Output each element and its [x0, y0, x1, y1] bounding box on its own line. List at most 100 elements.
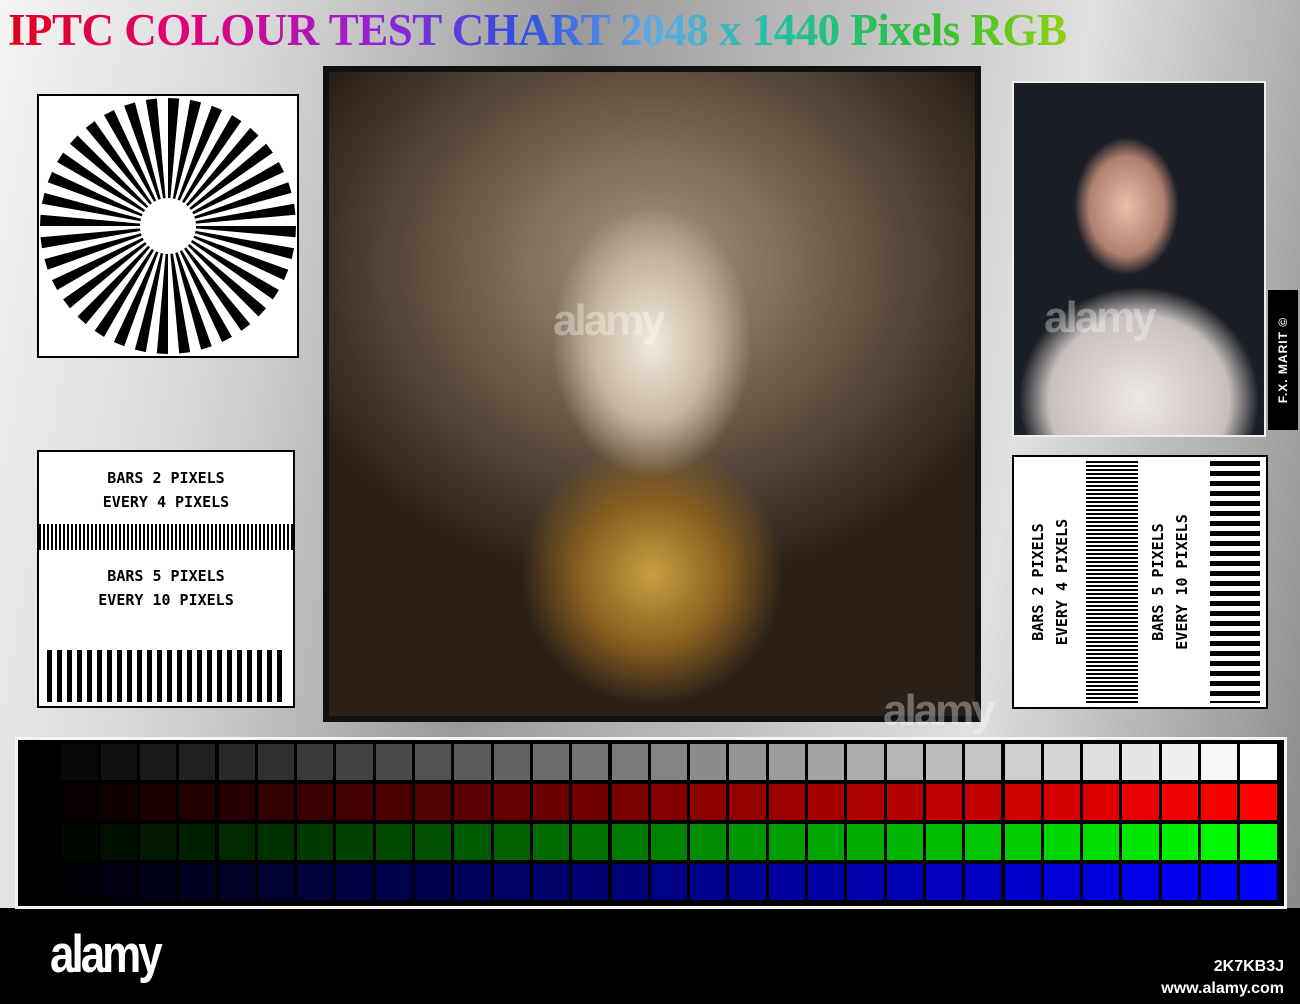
green-step-6: [257, 824, 295, 860]
red-step-20: [808, 784, 845, 820]
blue-step-0: [22, 864, 59, 900]
red-step-21: [847, 784, 884, 820]
red-step-15: [611, 784, 648, 820]
blue-step-17: [690, 864, 727, 900]
gray-step-20: [808, 744, 845, 780]
gray-step-22: [886, 744, 923, 780]
blue-step-29: [1161, 864, 1198, 900]
color-step-grid: [15, 737, 1287, 909]
gray-step-25: [1004, 744, 1041, 780]
green-step-27: [1083, 824, 1120, 860]
green-step-17: [690, 824, 727, 860]
red-step-16: [650, 784, 688, 820]
blue-step-14: [572, 864, 609, 900]
blue-step-26: [1043, 864, 1081, 900]
blue-step-20: [808, 864, 845, 900]
red-step-7: [297, 784, 334, 820]
red-step-13: [532, 784, 570, 820]
gray-step-3: [139, 744, 177, 780]
gray-step-8: [336, 744, 373, 780]
gray-step-17: [690, 744, 727, 780]
blue-step-28: [1122, 864, 1159, 900]
test-chart-panel: IPTC COLOUR TEST CHART 2048 x 1440 Pixel…: [0, 0, 1300, 909]
bars-2px-pattern: [1086, 461, 1138, 703]
blue-step-25: [1004, 864, 1041, 900]
bars-5px-pattern: [1210, 461, 1260, 703]
blue-step-10: [415, 864, 452, 900]
blue-step-16: [650, 864, 688, 900]
green-step-26: [1043, 824, 1081, 860]
blue-step-3: [139, 864, 177, 900]
red-step-10: [415, 784, 452, 820]
gray-step-5: [218, 744, 255, 780]
blue-step-13: [532, 864, 570, 900]
gray-step-7: [297, 744, 334, 780]
blue-step-2: [100, 864, 137, 900]
green-step-28: [1122, 824, 1159, 860]
bars-5px-pattern: [47, 650, 285, 702]
bars-label-5px: BARS 5 PIXELS: [107, 567, 225, 585]
green-step-24: [965, 824, 1002, 860]
gray-step-29: [1161, 744, 1198, 780]
red-step-1: [61, 784, 98, 820]
blue-step-12: [493, 864, 530, 900]
red-step-11: [454, 784, 491, 820]
green-step-12: [493, 824, 530, 860]
photographer-credit: F.X. MARIT ©: [1268, 290, 1298, 430]
gray-step-4: [179, 744, 216, 780]
bars-label-2px: BARS 2 PIXELS: [1029, 523, 1047, 641]
blue-step-21: [847, 864, 884, 900]
gray-step-14: [572, 744, 609, 780]
green-step-1: [61, 824, 98, 860]
gray-step-2: [100, 744, 137, 780]
green-step-15: [611, 824, 648, 860]
gray-step-10: [415, 744, 452, 780]
green-step-8: [336, 824, 373, 860]
gray-step-9: [375, 744, 412, 780]
red-step-3: [139, 784, 177, 820]
green-step-30: [1201, 824, 1238, 860]
green-step-11: [454, 824, 491, 860]
green-step-10: [415, 824, 452, 860]
chart-title: IPTC COLOUR TEST CHART 2048 x 1440 Pixel…: [8, 4, 1298, 56]
gray-step-1: [61, 744, 98, 780]
bars-vertical-label-2: BARS 5 PIXELS EVERY 10 PIXELS: [1146, 514, 1194, 649]
green-step-20: [808, 824, 845, 860]
green-step-3: [139, 824, 177, 860]
red-step-26: [1043, 784, 1081, 820]
mask-image: [329, 72, 975, 716]
red-step-27: [1083, 784, 1120, 820]
bars-label-5px: BARS 5 PIXELS: [1149, 523, 1167, 641]
green-step-0: [22, 824, 59, 860]
blue-step-4: [179, 864, 216, 900]
red-step-4: [179, 784, 216, 820]
green-step-18: [729, 824, 766, 860]
bars-label-10px: EVERY 10 PIXELS: [98, 591, 234, 609]
blue-step-22: [886, 864, 923, 900]
green-step-7: [297, 824, 334, 860]
red-step-23: [925, 784, 963, 820]
green-step-25: [1004, 824, 1041, 860]
blue-step-15: [611, 864, 648, 900]
red-step-29: [1161, 784, 1198, 820]
red-step-0: [22, 784, 59, 820]
blue-step-9: [375, 864, 412, 900]
red-step-14: [572, 784, 609, 820]
alamy-logo: alamy: [50, 925, 163, 984]
green-step-13: [532, 824, 570, 860]
green-step-9: [375, 824, 412, 860]
gray-step-26: [1043, 744, 1081, 780]
gray-step-0: [22, 744, 59, 780]
gray-step-30: [1201, 744, 1238, 780]
red-step-5: [218, 784, 255, 820]
site-url: www.alamy.com: [1161, 980, 1284, 997]
gray-step-28: [1122, 744, 1159, 780]
red-step-25: [1004, 784, 1041, 820]
starburst-target: [37, 94, 299, 358]
red-step-22: [886, 784, 923, 820]
green-step-19: [768, 824, 805, 860]
green-step-2: [100, 824, 137, 860]
red-step-18: [729, 784, 766, 820]
gray-step-13: [532, 744, 570, 780]
gray-step-12: [493, 744, 530, 780]
